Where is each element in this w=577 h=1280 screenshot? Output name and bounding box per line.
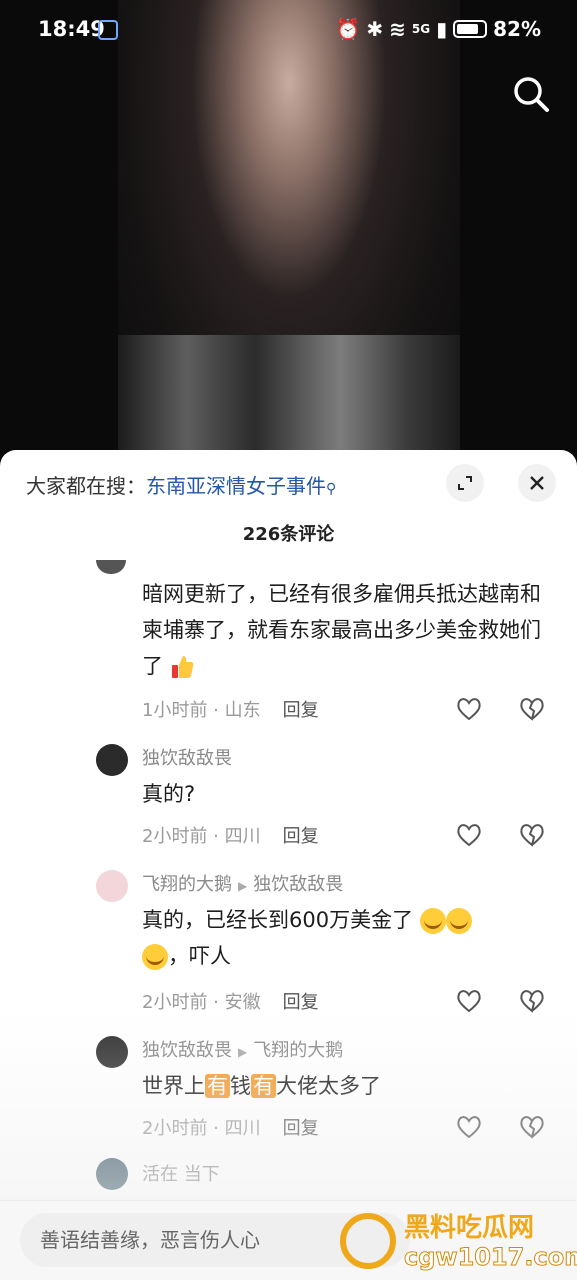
highlight-tag: 有 xyxy=(251,1074,276,1098)
watermark-logo-icon xyxy=(340,1213,396,1269)
comment-text: 真的? xyxy=(142,782,196,806)
comment-text-line1: 真的，已经长到600万美金了 xyxy=(142,908,414,932)
comment-author-line: 独饮敌敌畏 ▶ 飞翔的大鹅 xyxy=(142,1036,343,1062)
comment-meta: 1小时前 · 山东 回复 xyxy=(142,700,319,721)
comment-location: 安徽 xyxy=(224,992,261,1013)
comment-input-bar: 善语结善缘，恶言伤人心 黑料吃瓜网 cgw1017.com xyxy=(0,1200,577,1280)
dislike-broken-heart-icon[interactable] xyxy=(519,1114,545,1140)
like-heart-icon[interactable] xyxy=(456,696,482,722)
site-watermark: 黑料吃瓜网 cgw1017.com xyxy=(340,1205,577,1277)
close-icon xyxy=(530,476,544,490)
highlight-tag: 有 xyxy=(205,1074,230,1098)
watermark-url: cgw1017.com xyxy=(403,1243,577,1272)
video-player[interactable] xyxy=(0,0,577,460)
comment-sheet: 大家都在搜：东南亚深情女子事件⚲ 226条评论 暗网更新了，已经有很多雇佣兵抵达… xyxy=(0,450,577,1280)
reply-button[interactable]: 回复 xyxy=(283,700,319,721)
thumbs-up-emoji xyxy=(171,656,194,678)
status-indicators: ⏰ ✱ ≋ 5G ▮ 82% xyxy=(335,17,541,41)
comment-text-line2: ，吓人 xyxy=(168,944,231,968)
comment-location: 山东 xyxy=(224,700,261,721)
expand-icon xyxy=(458,476,472,490)
comment-time: 2小时前 xyxy=(142,826,208,847)
crying-laughing-emoji xyxy=(419,908,446,934)
dislike-broken-heart-icon[interactable] xyxy=(519,988,545,1014)
dislike-broken-heart-icon[interactable] xyxy=(519,696,545,722)
like-heart-icon[interactable] xyxy=(456,1114,482,1140)
avatar[interactable] xyxy=(96,870,128,902)
comment-text-part: 世界上 xyxy=(142,1074,205,1098)
reply-arrow-icon: ▶ xyxy=(238,1045,248,1059)
reply-button[interactable]: 回复 xyxy=(283,1118,319,1139)
reply-arrow-icon: ▶ xyxy=(238,879,248,893)
hot-search-suggestion[interactable]: 大家都在搜：东南亚深情女子事件⚲ xyxy=(26,470,336,499)
watermark-title: 黑料吃瓜网 xyxy=(404,1213,535,1243)
app-notification-icon xyxy=(98,20,118,40)
expand-button[interactable] xyxy=(446,464,484,502)
battery-icon xyxy=(453,20,488,38)
comment-text-part: 大佬太多了 xyxy=(276,1074,381,1098)
like-heart-icon[interactable] xyxy=(456,822,482,848)
comment-author-line: 飞翔的大鹅 ▶ 独饮敌敌畏 xyxy=(142,870,343,896)
comment-sheet-header: 大家都在搜：东南亚深情女子事件⚲ 226条评论 xyxy=(0,450,577,545)
comment-author[interactable]: 独饮敌敌畏 xyxy=(142,1040,232,1061)
comment-meta: 2小时前 · 四川 回复 xyxy=(142,826,319,847)
avatar[interactable] xyxy=(96,560,126,574)
bluetooth-icon: ✱ xyxy=(366,17,384,41)
hot-search-keyword[interactable]: 东南亚深情女子事件 xyxy=(146,474,326,498)
avatar[interactable] xyxy=(96,1036,128,1068)
comment-count: 226条评论 xyxy=(242,524,335,545)
crying-laughing-emoji xyxy=(445,908,472,934)
battery-level: 82% xyxy=(493,17,541,41)
avatar[interactable] xyxy=(96,1158,128,1190)
comment-author[interactable]: 独饮敌敌畏 xyxy=(142,744,232,770)
reply-button[interactable]: 回复 xyxy=(283,826,319,847)
comment-author[interactable]: 飞翔的大鹅 xyxy=(142,874,232,895)
network-label: 5G xyxy=(411,22,431,36)
reply-to-author[interactable]: 飞翔的大鹅 xyxy=(253,1040,343,1061)
comment-text-part: 钱 xyxy=(230,1074,251,1098)
status-bar: 18:49 ⏰ ✱ ≋ 5G ▮ 82% xyxy=(0,0,577,62)
comment-location: 四川 xyxy=(224,826,261,847)
comment-author[interactable]: 活在 当下 xyxy=(142,1160,220,1186)
mini-search-icon: ⚲ xyxy=(326,481,337,497)
comment-time: 2小时前 xyxy=(142,992,208,1013)
avatar[interactable] xyxy=(96,744,128,776)
comment-text-content: 暗网更新了，已经有很多雇佣兵抵达越南和柬埔寨了，就看东家最高出多少美金救她们了 xyxy=(142,582,541,678)
hot-search-prefix: 大家都在搜： xyxy=(26,474,146,498)
close-button[interactable] xyxy=(518,464,556,502)
comment-text: 世界上有钱有大佬太多了 xyxy=(142,1068,552,1104)
alarm-icon: ⏰ xyxy=(335,17,361,41)
crying-laughing-emoji xyxy=(142,944,168,970)
wifi-icon: ≋ xyxy=(389,17,406,41)
like-heart-icon[interactable] xyxy=(456,988,482,1014)
status-time: 18:49 xyxy=(38,17,105,41)
video-inset-photo xyxy=(118,335,460,460)
comment-time: 1小时前 xyxy=(142,700,208,721)
comment-location: 四川 xyxy=(224,1118,261,1139)
comment-list[interactable]: 暗网更新了，已经有很多雇佣兵抵达越南和柬埔寨了，就看东家最高出多少美金救她们了 … xyxy=(0,550,577,1200)
reply-to-author[interactable]: 独饮敌敌畏 xyxy=(253,874,343,895)
comment-meta: 2小时前 · 四川 回复 xyxy=(142,1118,319,1139)
signal-icon: ▮ xyxy=(436,17,448,41)
comment-text: 真的，已经长到600万美金了 ，吓人 xyxy=(142,902,552,974)
reply-button[interactable]: 回复 xyxy=(283,992,319,1013)
search-icon[interactable] xyxy=(511,74,551,114)
dislike-broken-heart-icon[interactable] xyxy=(519,822,545,848)
comment-meta: 2小时前 · 安徽 回复 xyxy=(142,992,319,1013)
comment-text: 暗网更新了，已经有很多雇佣兵抵达越南和柬埔寨了，就看东家最高出多少美金救她们了 xyxy=(142,576,552,684)
comment-time: 2小时前 xyxy=(142,1118,208,1139)
